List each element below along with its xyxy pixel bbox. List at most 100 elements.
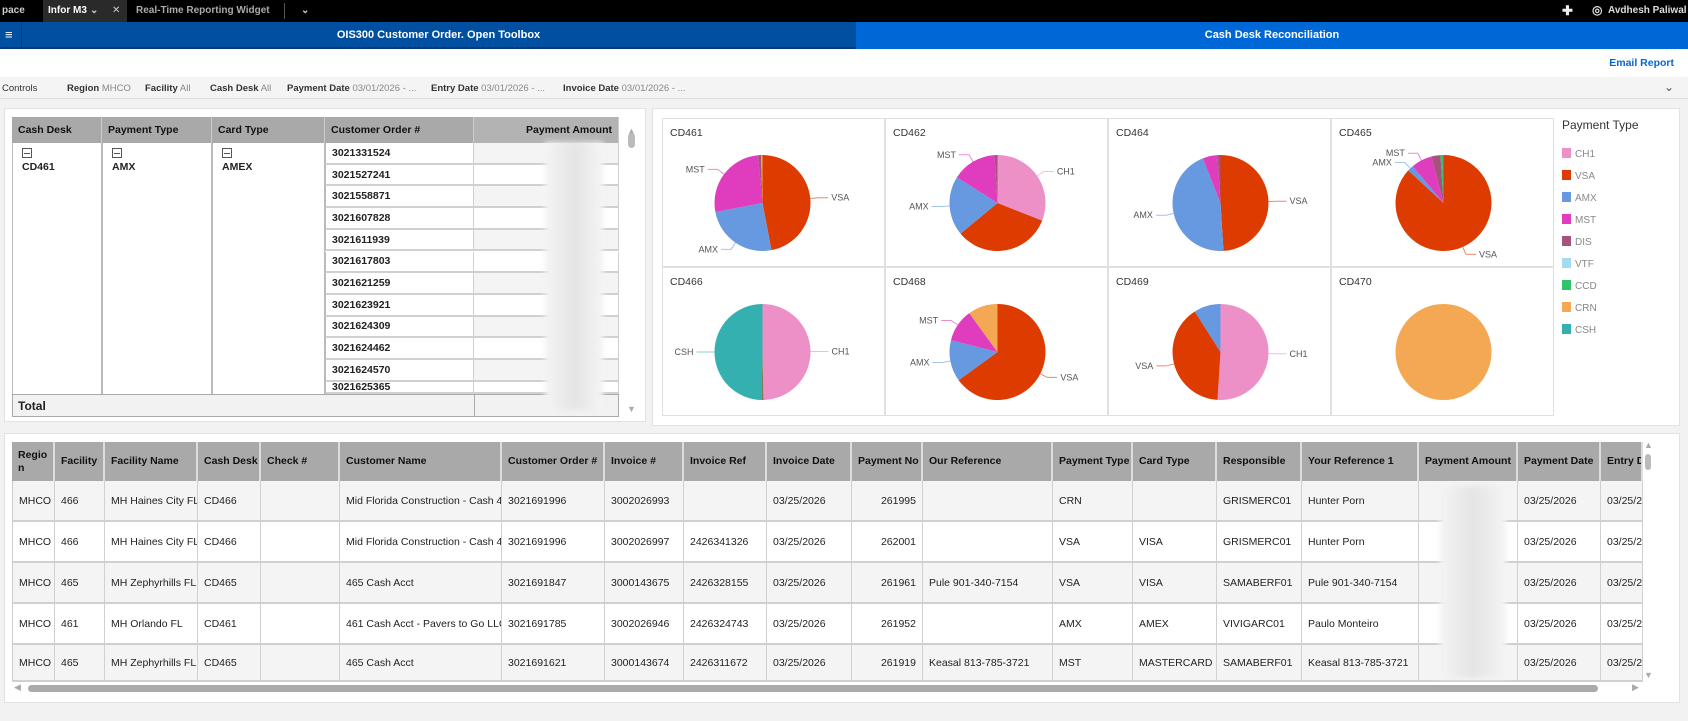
scrollbar-thumb[interactable] — [628, 133, 635, 148]
legend-item-csh[interactable]: CSH — [1562, 324, 1596, 336]
legend-swatch — [1562, 324, 1571, 334]
pivot-header-1[interactable]: Payment Type — [102, 117, 212, 143]
scroll-up-icon[interactable]: ▲ — [1644, 440, 1653, 450]
detail-cell: CD465 — [198, 645, 261, 682]
filter-invoice-date[interactable]: Invoice Date 03/01/2026 - ... — [563, 83, 686, 94]
detail-cell: 3021691996 — [502, 481, 605, 522]
legend-item-vtf[interactable]: VTF — [1562, 258, 1594, 270]
legend-item-crn[interactable]: CRN — [1562, 302, 1597, 314]
vertical-scrollbar[interactable]: ▲ ▼ — [1643, 440, 1653, 682]
legend-item-amx[interactable]: AMX — [1562, 192, 1597, 204]
detail-cell: MH Haines City FL — [105, 481, 198, 522]
tab-realtime-widget[interactable]: Real-Time Reporting Widget — [136, 5, 270, 16]
pivot-header-3[interactable]: Customer Order # — [325, 117, 474, 143]
detail-cell — [684, 481, 767, 522]
scrollbar-thumb[interactable] — [28, 685, 1598, 692]
detail-header-5[interactable]: Customer Name — [340, 442, 502, 481]
pie-label: AMX — [699, 244, 719, 254]
collapse-icon[interactable] — [22, 148, 32, 158]
detail-header-8[interactable]: Invoice Ref — [684, 442, 767, 481]
collapse-icon[interactable] — [112, 148, 122, 158]
pie-slice-mst[interactable] — [714, 155, 763, 212]
detail-cell: 2426328155 — [684, 563, 767, 604]
detail-header-16[interactable]: Payment Amount — [1419, 442, 1518, 481]
pie-label: MST — [937, 150, 957, 160]
plus-icon[interactable]: ✚ — [1562, 3, 1573, 19]
tab-cash-desk-reconciliation[interactable]: Cash Desk Reconciliation — [856, 22, 1688, 49]
detail-header-12[interactable]: Payment Type — [1053, 442, 1133, 481]
pie-leader-line — [1394, 161, 1411, 169]
detail-cell: 466 — [55, 481, 105, 522]
filter-facility[interactable]: Facility All — [145, 83, 190, 94]
detail-header-1[interactable]: Facility — [55, 442, 105, 481]
detail-header-7[interactable]: Invoice # — [605, 442, 684, 481]
detail-header-3[interactable]: Cash Desk — [198, 442, 261, 481]
detail-cell: 03/25/2 — [1601, 604, 1643, 645]
pie-slice-crn[interactable] — [1395, 304, 1492, 400]
detail-header-10[interactable]: Payment No — [852, 442, 923, 481]
pivot-header-4[interactable]: Payment Amount — [474, 117, 619, 143]
detail-header-13[interactable]: Card Type — [1133, 442, 1217, 481]
legend-item-ch1[interactable]: CH1 — [1562, 148, 1595, 160]
legend-item-ccd[interactable]: CCD — [1562, 280, 1597, 292]
filter-region[interactable]: Region MHCO — [67, 83, 131, 94]
horizontal-scrollbar[interactable]: ◀ ▶ — [12, 682, 1643, 693]
pivot-header-2[interactable]: Card Type — [212, 117, 325, 143]
user-icon[interactable]: ◎ — [1592, 3, 1602, 17]
scroll-left-icon[interactable]: ◀ — [14, 682, 21, 693]
filter-payment-date[interactable]: Payment Date 03/01/2026 - ... — [287, 83, 416, 94]
pie-slice-ch1[interactable] — [762, 304, 811, 400]
pivot-group-card_type[interactable]: AMEX — [222, 148, 252, 173]
pie-slice-ch1[interactable] — [1217, 304, 1269, 400]
pie-slice-vsa[interactable] — [762, 155, 811, 251]
hamburger-menu-icon[interactable]: ≡ — [5, 27, 13, 42]
pivot-order-cell: 3021625365 — [325, 381, 474, 394]
pie-slice-csh[interactable] — [714, 304, 763, 400]
pivot-group-cash_desk[interactable]: CD461 — [22, 148, 55, 173]
scroll-down-icon[interactable]: ▼ — [1644, 670, 1653, 680]
detail-header-9[interactable]: Invoice Date — [767, 442, 852, 481]
ois300-title[interactable]: OIS300 Customer Order. Open Toolbox — [21, 29, 856, 41]
collapse-icon[interactable] — [222, 148, 232, 158]
filter-cash-desk[interactable]: Cash Desk All — [210, 83, 271, 94]
pivot-group-payment_type[interactable]: AMX — [112, 148, 135, 173]
detail-header-2[interactable]: Facility Name — [105, 442, 198, 481]
chevron-down-icon[interactable]: ⌄ — [90, 5, 98, 16]
legend-item-vsa[interactable]: VSA — [1562, 170, 1595, 182]
detail-cell: VSA — [1053, 563, 1133, 604]
detail-cell: MST — [1053, 645, 1133, 682]
detail-cell: 3021691847 — [502, 563, 605, 604]
detail-header-6[interactable]: Customer Order # — [502, 442, 605, 481]
scroll-right-icon[interactable]: ▶ — [1632, 682, 1639, 693]
email-report-link[interactable]: Email Report — [1609, 57, 1674, 69]
detail-header-4[interactable]: Check # — [261, 442, 340, 481]
pie-leader-line — [1407, 152, 1422, 161]
scrollbar-thumb[interactable] — [1645, 454, 1651, 470]
detail-header-17[interactable]: Payment Date — [1518, 442, 1601, 481]
page-title: Cash Desk Reconciliation — [1204, 29, 1340, 41]
pie-label: MST — [686, 164, 706, 174]
chevron-down-icon[interactable]: ⌄ — [1664, 80, 1674, 94]
filter-entry-date[interactable]: Entry Date 03/01/2026 - ... — [431, 83, 545, 94]
legend-swatch — [1562, 280, 1571, 290]
chevron-down-icon[interactable]: ⌄ — [301, 5, 309, 16]
detail-header-18[interactable]: Entry Da — [1601, 442, 1643, 481]
tab-ois300[interactable]: ≡ OIS300 Customer Order. Open Toolbox — [0, 22, 856, 49]
legend-item-mst[interactable]: MST — [1562, 214, 1596, 226]
tab-workspace[interactable]: pace — [2, 5, 25, 16]
detail-header-14[interactable]: Responsible — [1217, 442, 1302, 481]
pie-slice-vsa[interactable] — [1220, 155, 1269, 251]
detail-header-11[interactable]: Our Reference — [923, 442, 1053, 481]
legend-item-dis[interactable]: DIS — [1562, 236, 1592, 248]
detail-cell: 461 Cash Acct - Pavers to Go LLC — [340, 604, 502, 645]
tab-infor-m3-label[interactable]: Infor M3 — [48, 5, 87, 16]
scroll-down-icon[interactable]: ▼ — [627, 404, 636, 414]
pivot-header-0[interactable]: Cash Desk — [12, 117, 102, 143]
detail-cell: Paulo Monteiro — [1302, 604, 1419, 645]
close-icon[interactable]: ✕ — [112, 5, 120, 16]
pie-label: CH1 — [831, 346, 849, 356]
detail-cell: 03/25/2026 — [767, 645, 852, 682]
detail-header-0[interactable]: Regio n — [12, 442, 55, 481]
user-name[interactable]: Avdhesh Paliwal — [1608, 5, 1687, 16]
detail-header-15[interactable]: Your Reference 1 — [1302, 442, 1419, 481]
